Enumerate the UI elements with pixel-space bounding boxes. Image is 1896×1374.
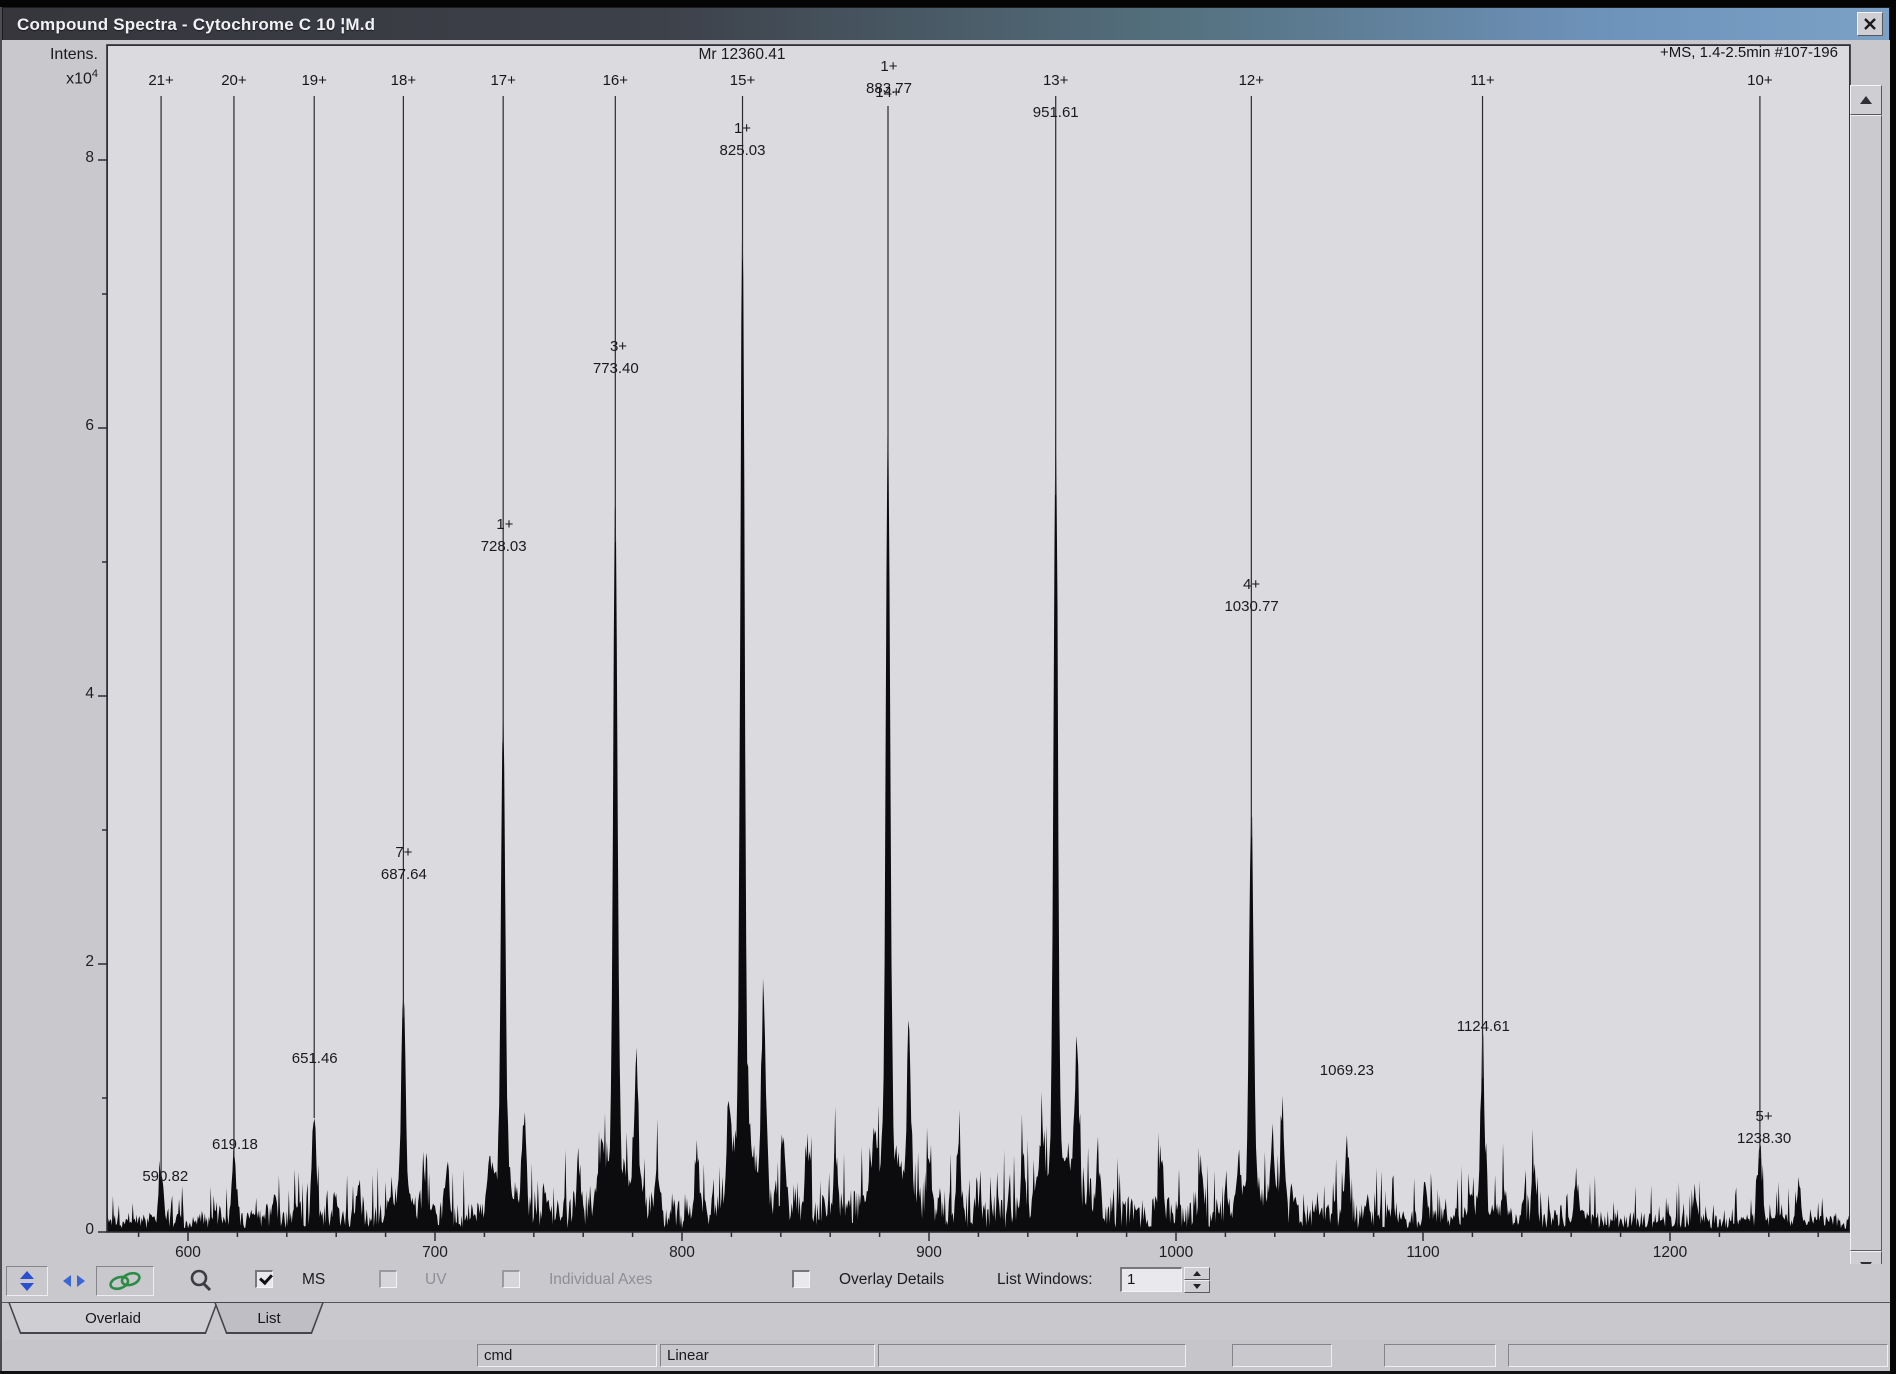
checkbox-label-uv: UV: [425, 1267, 447, 1293]
status-field-4: [1384, 1344, 1496, 1367]
y-tick-0: 0: [54, 1221, 94, 1239]
x-tick-1000: 1000: [1141, 1244, 1211, 1262]
y-tick-6: 6: [54, 417, 94, 435]
tab-overlaid[interactable]: Overlaid: [8, 1302, 218, 1334]
status-field-2: [878, 1344, 1186, 1367]
list-windows-spin-up[interactable]: [1184, 1267, 1210, 1280]
x-tick-700: 700: [400, 1244, 470, 1262]
y-axis-title: Intens.: [18, 46, 98, 64]
compound-spectra-window: Compound Spectra - Cytochrome C 10 ¦M.d …: [0, 0, 1896, 1374]
status-field-cmd: cmd: [477, 1344, 657, 1367]
list-windows-label: List Windows:: [997, 1267, 1093, 1293]
peak-label-651.46: 651.46: [292, 1050, 338, 1067]
x-tick-900: 900: [894, 1244, 964, 1262]
peak-label-619.18: 619.18: [212, 1136, 258, 1153]
x-tick-1200: 1200: [1635, 1244, 1705, 1262]
peak-label-5+: 5+: [1756, 1108, 1773, 1125]
x-tick-600: 600: [153, 1244, 223, 1262]
peak-label-1+: 1+: [734, 120, 751, 137]
charge-label-16+: 16+: [585, 72, 645, 89]
tab-label: Overlaid: [8, 1302, 218, 1334]
peak-label-3+: 3+: [610, 338, 627, 355]
peak-label-4+: 4+: [1243, 576, 1260, 593]
charge-label-13+: 13+: [1026, 72, 1086, 89]
peak-label-883.77: 883.77: [866, 80, 912, 97]
checkbox-uv: [379, 1270, 397, 1288]
status-field-5: [1508, 1344, 1888, 1367]
charge-label-19+: 19+: [284, 72, 344, 89]
tab-list[interactable]: List: [214, 1302, 324, 1334]
window-title: Compound Spectra - Cytochrome C 10 ¦M.d: [3, 15, 375, 35]
peak-label-7+: 7+: [395, 844, 412, 861]
tab-label: List: [214, 1302, 324, 1334]
zoom-icon: [189, 1269, 213, 1293]
x-tick-1100: 1100: [1388, 1244, 1458, 1262]
peak-label-687.64: 687.64: [381, 866, 427, 883]
scale-x-button[interactable]: [58, 1266, 90, 1296]
charge-label-21+: 21+: [131, 72, 191, 89]
scale-y-icon: [19, 1270, 35, 1292]
peak-label-728.03: 728.03: [481, 538, 527, 555]
peak-label-1069.23: 1069.23: [1320, 1062, 1374, 1079]
spin-up-icon: [1193, 1271, 1201, 1276]
spectrum-panel: Intens. x104 +MS, 1.4-2.5min #107-196 Mr…: [2, 40, 1890, 1272]
status-field-3: [1232, 1344, 1332, 1367]
scale-y-button[interactable]: [6, 1266, 48, 1296]
charge-label-18+: 18+: [373, 72, 433, 89]
spectrum-trace: [107, 201, 1850, 1232]
status-field-linear: Linear: [660, 1344, 875, 1367]
charge-label-11+: 11+: [1453, 72, 1513, 89]
charge-label-15+: 15+: [713, 72, 773, 89]
list-windows-input[interactable]: 1: [1120, 1267, 1182, 1292]
arrow-up-icon: [1860, 96, 1872, 104]
y-tick-4: 4: [54, 685, 94, 703]
checkbox-label-overlay-details: Overlay Details: [839, 1267, 944, 1293]
mass-spectrum-plot[interactable]: [2, 40, 1890, 1272]
link-spectra-button[interactable]: [96, 1266, 154, 1296]
peak-label-590.82: 590.82: [142, 1168, 188, 1185]
x-tick-800: 800: [647, 1244, 717, 1262]
y-axis-power: x104: [18, 68, 98, 88]
close-icon: [1863, 18, 1877, 31]
zoom-button[interactable]: [180, 1266, 222, 1296]
checkmark-icon: [259, 1271, 273, 1285]
peak-label-1030.77: 1030.77: [1224, 598, 1278, 615]
checkbox-individual-axes: [502, 1270, 520, 1288]
scrollbar-thumb[interactable]: [1850, 115, 1882, 1251]
checkbox-ms[interactable]: [255, 1270, 273, 1288]
charge-label-10+: 10+: [1730, 72, 1790, 89]
charge-label-17+: 17+: [473, 72, 533, 89]
close-button[interactable]: [1857, 12, 1883, 36]
scan-info-label: +MS, 1.4-2.5min #107-196: [1660, 44, 1838, 61]
peak-label-825.03: 825.03: [720, 142, 766, 159]
mr-mass-label: Mr 12360.41: [698, 46, 785, 64]
vertical-scrollbar[interactable]: [1850, 85, 1882, 1281]
plot-frame: [107, 45, 1850, 1232]
charge-label-12+: 12+: [1221, 72, 1281, 89]
peak-label-1+: 1+: [880, 58, 897, 75]
y-tick-2: 2: [54, 953, 94, 971]
view-tabstrip: OverlaidList: [2, 1302, 1890, 1341]
y-tick-8: 8: [54, 149, 94, 167]
spectrum-toolbar: MS UV Individual Axes Overlay Details List …: [2, 1264, 1890, 1302]
charge-label-20+: 20+: [204, 72, 264, 89]
scroll-up-button[interactable]: [1850, 85, 1882, 115]
peak-label-1+: 1+: [496, 516, 513, 533]
peak-label-773.40: 773.40: [593, 360, 639, 377]
checkbox-label-individual-axes: Individual Axes: [549, 1267, 652, 1293]
checkbox-overlay-details[interactable]: [792, 1270, 810, 1288]
status-bar: cmdLinear: [2, 1340, 1890, 1371]
checkbox-label-ms: MS: [302, 1267, 325, 1293]
peak-label-951.61: 951.61: [1033, 104, 1079, 121]
peak-label-1124.61: 1124.61: [1457, 1018, 1510, 1035]
window-titlebar[interactable]: Compound Spectra - Cytochrome C 10 ¦M.d: [2, 7, 1890, 42]
link-spectra-icon: [105, 1271, 145, 1291]
peak-label-1238.30: 1238.30: [1737, 1130, 1791, 1147]
list-windows-spin-down[interactable]: [1184, 1280, 1210, 1293]
scale-x-icon: [62, 1274, 86, 1288]
spin-down-icon: [1193, 1284, 1201, 1289]
